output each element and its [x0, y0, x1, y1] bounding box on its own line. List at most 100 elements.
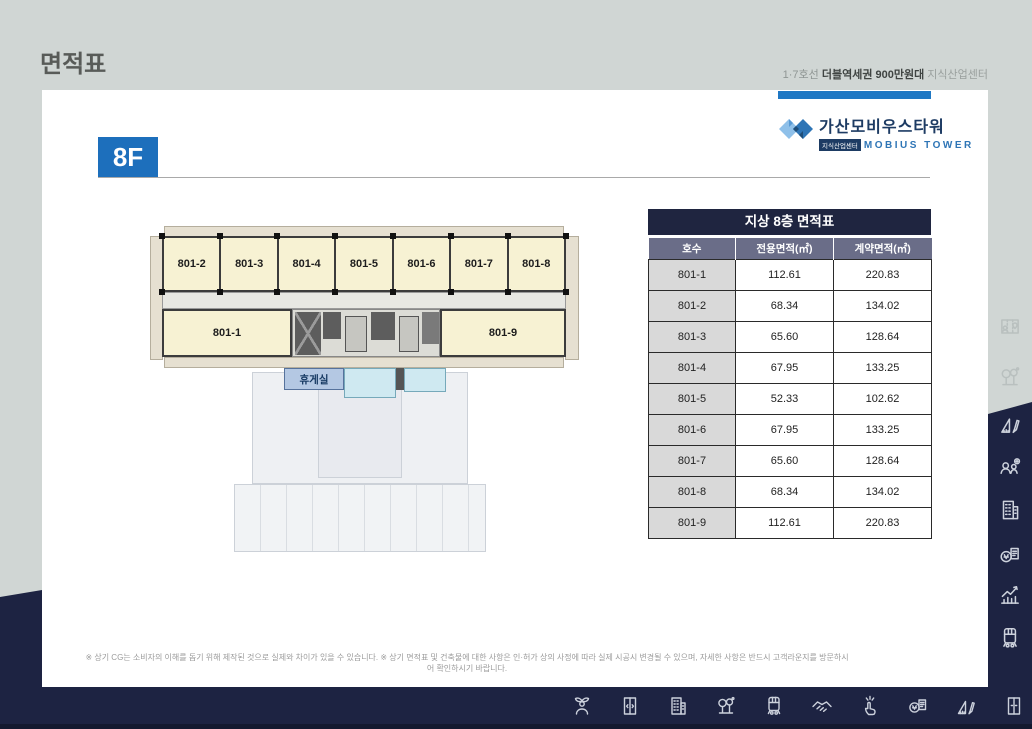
footer-trees-icon[interactable] — [714, 694, 738, 718]
plan-unit-801-5: 801-5 — [334, 236, 393, 292]
table-row: 801-467.95133.25 — [649, 352, 932, 383]
pillar — [159, 233, 165, 239]
footer-handshake-icon[interactable] — [810, 694, 834, 718]
logo-accent-bar — [778, 91, 931, 99]
page-subtitle: 1·7호선 더블역세권 900만원대 지식산업센터 — [783, 66, 988, 82]
cell-exclusive-area: 112.61 — [736, 507, 834, 538]
table-header-row: 호수 전용면적(㎡) 계약면적(㎡) — [649, 238, 932, 259]
floor-plan: 801-2801-3801-4801-5801-6801-7801-8 801-… — [148, 220, 600, 572]
plan-outer-band-right — [565, 236, 579, 360]
plan-unit-801-9: 801-9 — [440, 309, 566, 357]
cell-contract-area: 134.02 — [834, 290, 932, 321]
footer-train-icon[interactable] — [762, 694, 786, 718]
plan-unit-801-8: 801-8 — [507, 236, 566, 292]
sidebar-train-icon[interactable] — [997, 625, 1023, 651]
column-header-exclusive: 전용면적(㎡) — [736, 238, 834, 259]
cell-contract-area: 102.62 — [834, 383, 932, 414]
sidebar-ruler-pencil-icon[interactable] — [997, 411, 1023, 437]
cell-contract-area: 128.64 — [834, 321, 932, 352]
sidebar-people-icon[interactable] — [997, 455, 1023, 481]
pillar — [505, 233, 511, 239]
sidebar-coin-document-icon[interactable] — [997, 542, 1023, 568]
core-wall — [396, 368, 404, 390]
cell-unit-number: 801-5 — [649, 383, 736, 414]
washroom — [344, 368, 396, 398]
footer-hand-click-icon[interactable] — [858, 694, 882, 718]
pillar — [563, 289, 569, 295]
plan-outer-band-bottom — [164, 357, 564, 368]
plan-core — [292, 309, 440, 357]
table-row: 801-268.34134.02 — [649, 290, 932, 321]
pillar — [448, 233, 454, 239]
plan-unit-801-4: 801-4 — [277, 236, 336, 292]
footer-coin-document-icon[interactable] — [906, 694, 930, 718]
cell-contract-area: 133.25 — [834, 352, 932, 383]
table-row: 801-667.95133.25 — [649, 414, 932, 445]
footer-ruler-pencil-icon[interactable] — [954, 694, 978, 718]
logo-name: 가산모비우스타워 — [819, 113, 974, 137]
pillar — [563, 233, 569, 239]
cell-exclusive-area: 112.61 — [736, 259, 834, 290]
sidebar-trees-icon[interactable] — [997, 364, 1023, 390]
cell-unit-number: 801-8 — [649, 476, 736, 507]
footer-building-icon[interactable] — [666, 694, 690, 718]
pillar — [390, 233, 396, 239]
stair-block — [295, 312, 321, 355]
sidebar-chart-growth-icon[interactable] — [997, 582, 1023, 608]
pillar — [505, 289, 511, 295]
table-row: 801-1112.61220.83 — [649, 259, 932, 290]
cell-unit-number: 801-3 — [649, 321, 736, 352]
plan-unit-801-1: 801-1 — [162, 309, 292, 357]
heading-rule — [98, 177, 930, 178]
pillar — [332, 233, 338, 239]
plan-unit-801-7: 801-7 — [449, 236, 508, 292]
pillar — [217, 233, 223, 239]
sidebar-person-map-icon[interactable] — [997, 314, 1023, 340]
cell-contract-area: 134.02 — [834, 476, 932, 507]
elevator-shaft — [345, 316, 367, 352]
pillar — [332, 289, 338, 295]
table-row: 801-868.34134.02 — [649, 476, 932, 507]
pillar — [390, 289, 396, 295]
cell-contract-area: 220.83 — [834, 259, 932, 290]
elevator-shaft — [399, 316, 419, 352]
page-title: 면적표 — [40, 44, 106, 79]
washroom — [404, 368, 446, 392]
cell-unit-number: 801-4 — [649, 352, 736, 383]
lower-floor-core — [318, 388, 402, 478]
plan-unit-801-3: 801-3 — [219, 236, 278, 292]
cell-exclusive-area: 65.60 — [736, 321, 834, 352]
disclaimer-text: ※ 상기 CG는 소비자의 이해를 돕기 위해 제작된 것으로 실제와 차이가 … — [82, 652, 852, 674]
column-header-contract: 계약면적(㎡) — [834, 238, 932, 259]
cell-exclusive-area: 65.60 — [736, 445, 834, 476]
logo-english-name: MOBIUS TOWER — [864, 140, 974, 151]
footer-person-sprout-icon[interactable] — [570, 694, 594, 718]
cell-unit-number: 801-2 — [649, 290, 736, 321]
cell-exclusive-area: 67.95 — [736, 414, 834, 445]
cell-contract-area: 128.64 — [834, 445, 932, 476]
table-row: 801-552.33102.62 — [649, 383, 932, 414]
column-header-unit: 호수 — [649, 238, 736, 259]
sidebar-building-icon[interactable] — [997, 497, 1023, 523]
plan-top-unit-row: 801-2801-3801-4801-5801-6801-7801-8 — [162, 236, 566, 292]
cell-unit-number: 801-7 — [649, 445, 736, 476]
plan-unit-801-2: 801-2 — [162, 236, 221, 292]
sidebar-menu — [988, 0, 1032, 729]
pillar — [159, 289, 165, 295]
area-table-title: 지상 8층 면적표 — [648, 209, 931, 235]
cell-exclusive-area: 68.34 — [736, 476, 834, 507]
cell-contract-area: 220.83 — [834, 507, 932, 538]
stair-block — [371, 312, 395, 340]
table-row: 801-365.60128.64 — [649, 321, 932, 352]
pillar — [274, 233, 280, 239]
footer-elevator-icon[interactable] — [618, 694, 642, 718]
lower-floor-podium — [234, 484, 486, 552]
floor-badge: 8F — [98, 137, 158, 177]
cell-exclusive-area: 67.95 — [736, 352, 834, 383]
plan-unit-801-6: 801-6 — [392, 236, 451, 292]
footer-bar — [0, 687, 1032, 729]
cell-contract-area: 133.25 — [834, 414, 932, 445]
brand-logo: 가산모비우스타워 지식산업센터 MOBIUS TOWER — [778, 91, 933, 151]
cell-unit-number: 801-6 — [649, 414, 736, 445]
content-panel: 가산모비우스타워 지식산업센터 MOBIUS TOWER 8F 801-2801… — [42, 90, 988, 687]
